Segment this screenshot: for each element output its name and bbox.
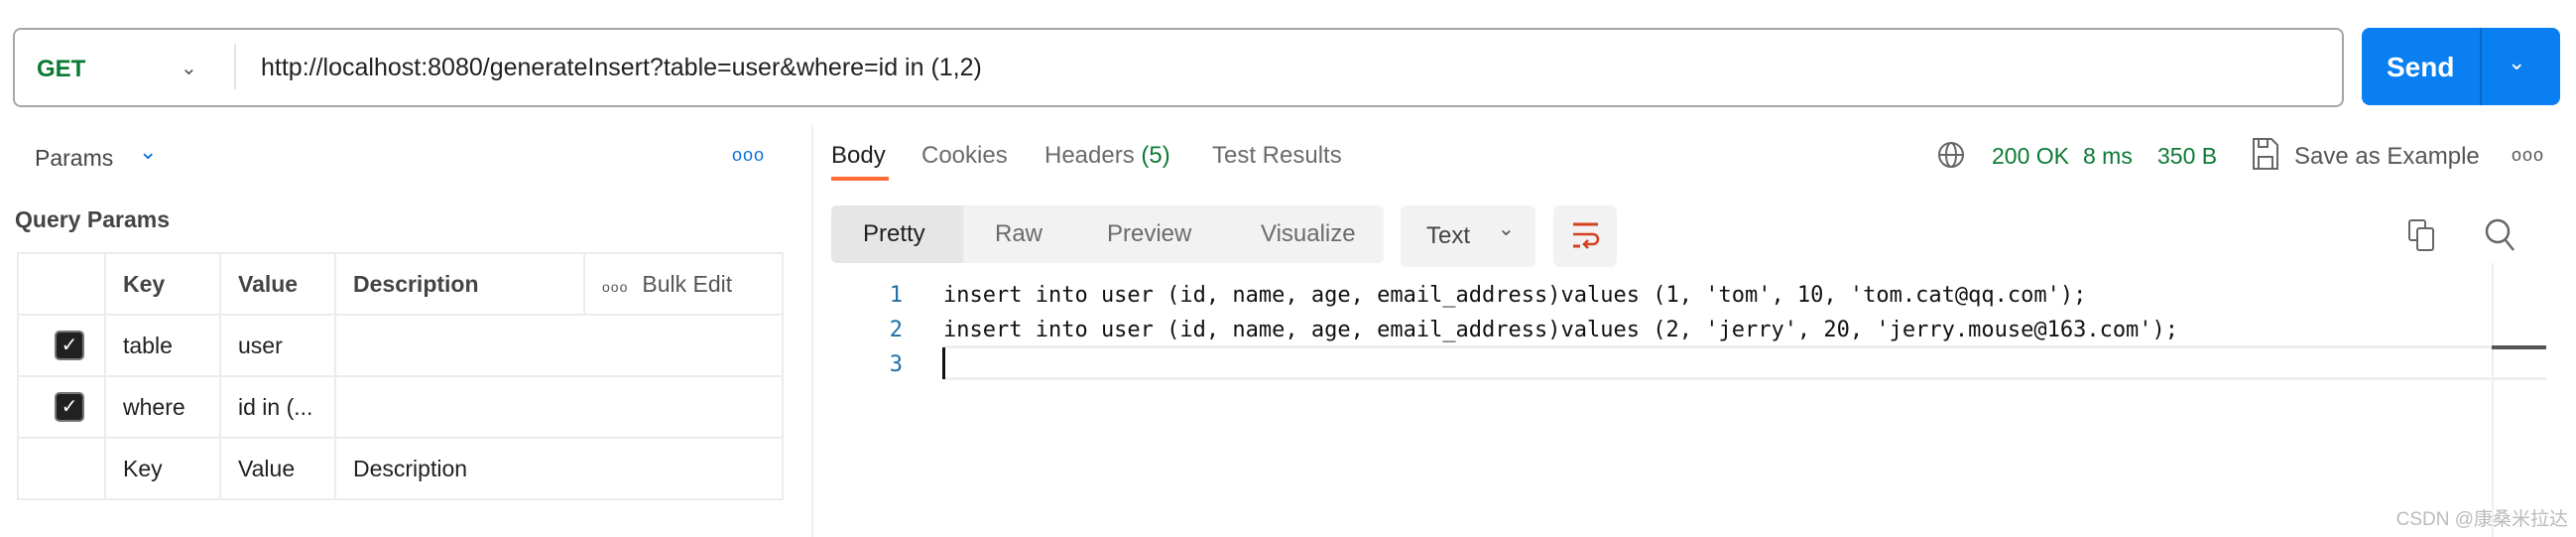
query-params-title: Query Params <box>15 206 170 232</box>
header-key: Key <box>104 252 221 316</box>
chevron-down-icon[interactable]: ⌄ <box>181 56 197 80</box>
status-code[interactable]: 200 OK <box>1992 143 2069 170</box>
search-icon[interactable] <box>2483 216 2518 254</box>
row-checkbox[interactable]: ✓ <box>55 331 84 360</box>
text-cursor <box>942 347 945 379</box>
code-line[interactable]: insert into user (id, name, age, email_a… <box>943 318 2178 342</box>
language-label: Text <box>1426 222 1471 249</box>
chevron-down-icon[interactable]: ⌄ <box>139 139 157 165</box>
more-icon[interactable]: ooo <box>602 279 628 295</box>
headers-count: (5) <box>1141 142 1170 169</box>
response-time[interactable]: 8 ms <box>2083 143 2133 170</box>
watermark: CSDN @康桑米拉达 <box>2395 509 2568 530</box>
format-visualize[interactable]: Visualize <box>1261 220 1356 248</box>
line-number: 1 <box>889 283 903 308</box>
scrollbar[interactable] <box>2492 263 2494 537</box>
response-size[interactable]: 350 B <box>2157 143 2217 170</box>
url-input[interactable]: http://localhost:8080/generateInsert?tab… <box>261 54 982 82</box>
tab-cookies[interactable]: Cookies <box>921 142 1008 170</box>
param-description[interactable] <box>334 375 784 439</box>
divider <box>234 44 236 89</box>
params-dropdown[interactable]: Params <box>35 145 113 172</box>
chevron-down-icon[interactable]: ⌄ <box>1498 216 1515 241</box>
table-row: ✓ table user <box>17 314 784 377</box>
tab-test-results[interactable]: Test Results <box>1212 142 1342 170</box>
key-placeholder[interactable]: Key <box>104 437 221 500</box>
header-description: Description <box>334 252 585 316</box>
copy-icon[interactable] <box>2405 218 2439 254</box>
more-options-icon[interactable]: ooo <box>2512 145 2544 166</box>
line-number: 3 <box>889 352 903 377</box>
current-line-highlight <box>943 345 2546 380</box>
table-row: ✓ where id in (... <box>17 375 784 439</box>
method-label: GET <box>37 56 86 82</box>
format-pretty[interactable]: Pretty <box>863 220 925 248</box>
method-select[interactable]: GET <box>37 56 85 83</box>
wrap-lines-icon <box>1573 222 1600 249</box>
param-value[interactable]: user <box>219 314 336 377</box>
send-options-chevron-icon[interactable]: ⌄ <box>2508 50 2525 75</box>
format-preview[interactable]: Preview <box>1107 220 1191 248</box>
divider <box>2480 28 2482 105</box>
save-icon[interactable] <box>2252 137 2279 171</box>
panel-divider[interactable] <box>811 124 813 537</box>
param-key[interactable]: where <box>104 375 221 439</box>
bulk-edit-button[interactable]: Bulk Edit <box>642 271 732 297</box>
description-placeholder[interactable]: Description <box>334 437 784 500</box>
tab-headers-label: Headers <box>1044 142 1135 169</box>
scrollbar-thumb[interactable] <box>2492 345 2546 349</box>
active-tab-indicator <box>831 177 889 181</box>
query-params-table: Key Value Description ooo Bulk Edit ✓ tab… <box>17 252 784 500</box>
header-value: Value <box>219 252 336 316</box>
table-header-row: Key Value Description ooo Bulk Edit <box>17 252 784 316</box>
code-line[interactable]: insert into user (id, name, age, email_a… <box>943 283 2086 308</box>
line-number: 2 <box>889 318 903 342</box>
tab-headers[interactable]: Headers (5) <box>1044 142 1170 170</box>
format-raw[interactable]: Raw <box>995 220 1043 248</box>
table-row-empty: Key Value Description <box>17 437 784 500</box>
send-label[interactable]: Send <box>2387 52 2454 83</box>
tab-body[interactable]: Body <box>831 142 886 170</box>
param-key[interactable]: table <box>104 314 221 377</box>
param-description[interactable] <box>334 314 784 377</box>
value-placeholder[interactable]: Value <box>219 437 336 500</box>
row-checkbox[interactable]: ✓ <box>55 392 84 422</box>
save-as-example-button[interactable]: Save as Example <box>2294 143 2480 171</box>
more-options-icon[interactable]: ooo <box>732 145 765 166</box>
globe-icon[interactable] <box>1936 140 1966 170</box>
param-value[interactable]: id in (... <box>219 375 336 439</box>
